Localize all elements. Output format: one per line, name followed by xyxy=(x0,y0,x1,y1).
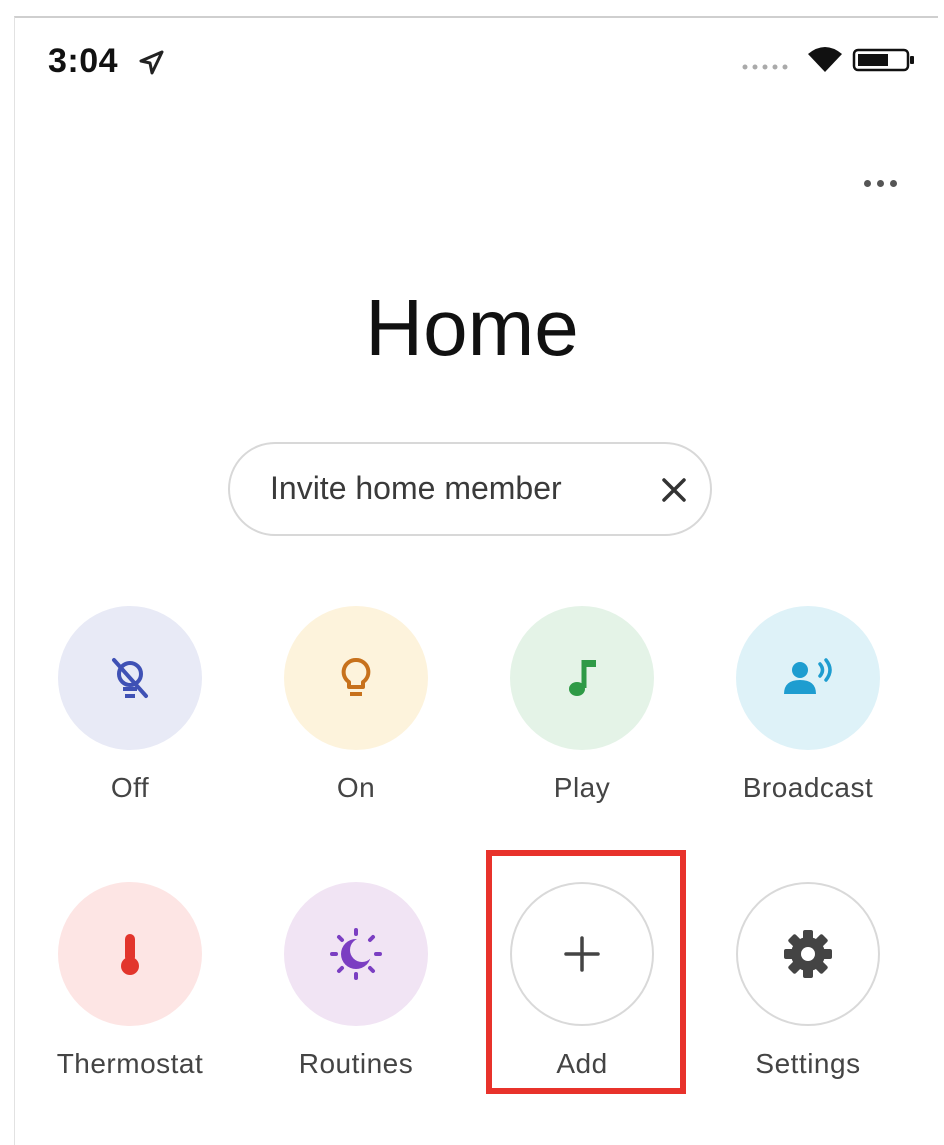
light-off-icon xyxy=(112,658,148,698)
action-add-label: Add xyxy=(556,1048,608,1079)
action-thermostat-label: Thermostat xyxy=(56,1048,204,1079)
thermometer-icon xyxy=(121,934,139,975)
more-dot xyxy=(876,179,884,187)
action-on-circle xyxy=(284,606,428,750)
plus-icon xyxy=(564,936,600,972)
action-off-circle xyxy=(58,606,202,750)
action-routines-circle xyxy=(284,882,428,1026)
invite-home-member-chip[interactable]: Invite home member xyxy=(228,442,712,536)
page-title: Home xyxy=(365,283,579,372)
signal-dots-icon xyxy=(742,64,788,70)
gear-icon xyxy=(784,930,832,978)
action-broadcast-label: Broadcast xyxy=(742,772,874,803)
action-broadcast[interactable]: Broadcast xyxy=(708,606,908,804)
action-play[interactable]: Play xyxy=(482,606,682,804)
action-broadcast-circle xyxy=(736,606,880,750)
more-dot xyxy=(863,179,871,187)
routines-icon xyxy=(330,928,382,980)
action-thermostat[interactable]: Thermostat xyxy=(30,882,230,1080)
more-options-button[interactable] xyxy=(852,168,908,198)
action-settings[interactable]: Settings xyxy=(708,882,908,1080)
action-settings-label: Settings xyxy=(755,1048,861,1079)
status-time: 3:04 xyxy=(48,42,119,80)
action-add-circle xyxy=(510,882,654,1026)
more-dot xyxy=(889,179,897,187)
battery-icon xyxy=(852,48,914,72)
action-settings-circle xyxy=(736,882,880,1026)
action-off[interactable]: Off xyxy=(30,606,230,804)
close-icon[interactable] xyxy=(656,472,692,508)
action-thermostat-circle xyxy=(58,882,202,1026)
wifi-icon xyxy=(808,47,842,72)
action-play-label: Play xyxy=(553,772,611,803)
broadcast-icon xyxy=(784,658,832,694)
action-play-circle xyxy=(510,606,654,750)
lightbulb-icon xyxy=(341,657,371,696)
action-routines-label: Routines xyxy=(298,1048,414,1079)
action-routines[interactable]: Routines xyxy=(256,882,456,1080)
action-on-label: On xyxy=(336,772,376,803)
invite-chip-label: Invite home member xyxy=(270,470,562,506)
music-note-icon xyxy=(569,660,596,696)
action-off-label: Off xyxy=(110,772,150,803)
action-on[interactable]: On xyxy=(256,606,456,804)
location-arrow-icon xyxy=(139,50,164,75)
action-add[interactable]: Add xyxy=(482,882,682,1080)
